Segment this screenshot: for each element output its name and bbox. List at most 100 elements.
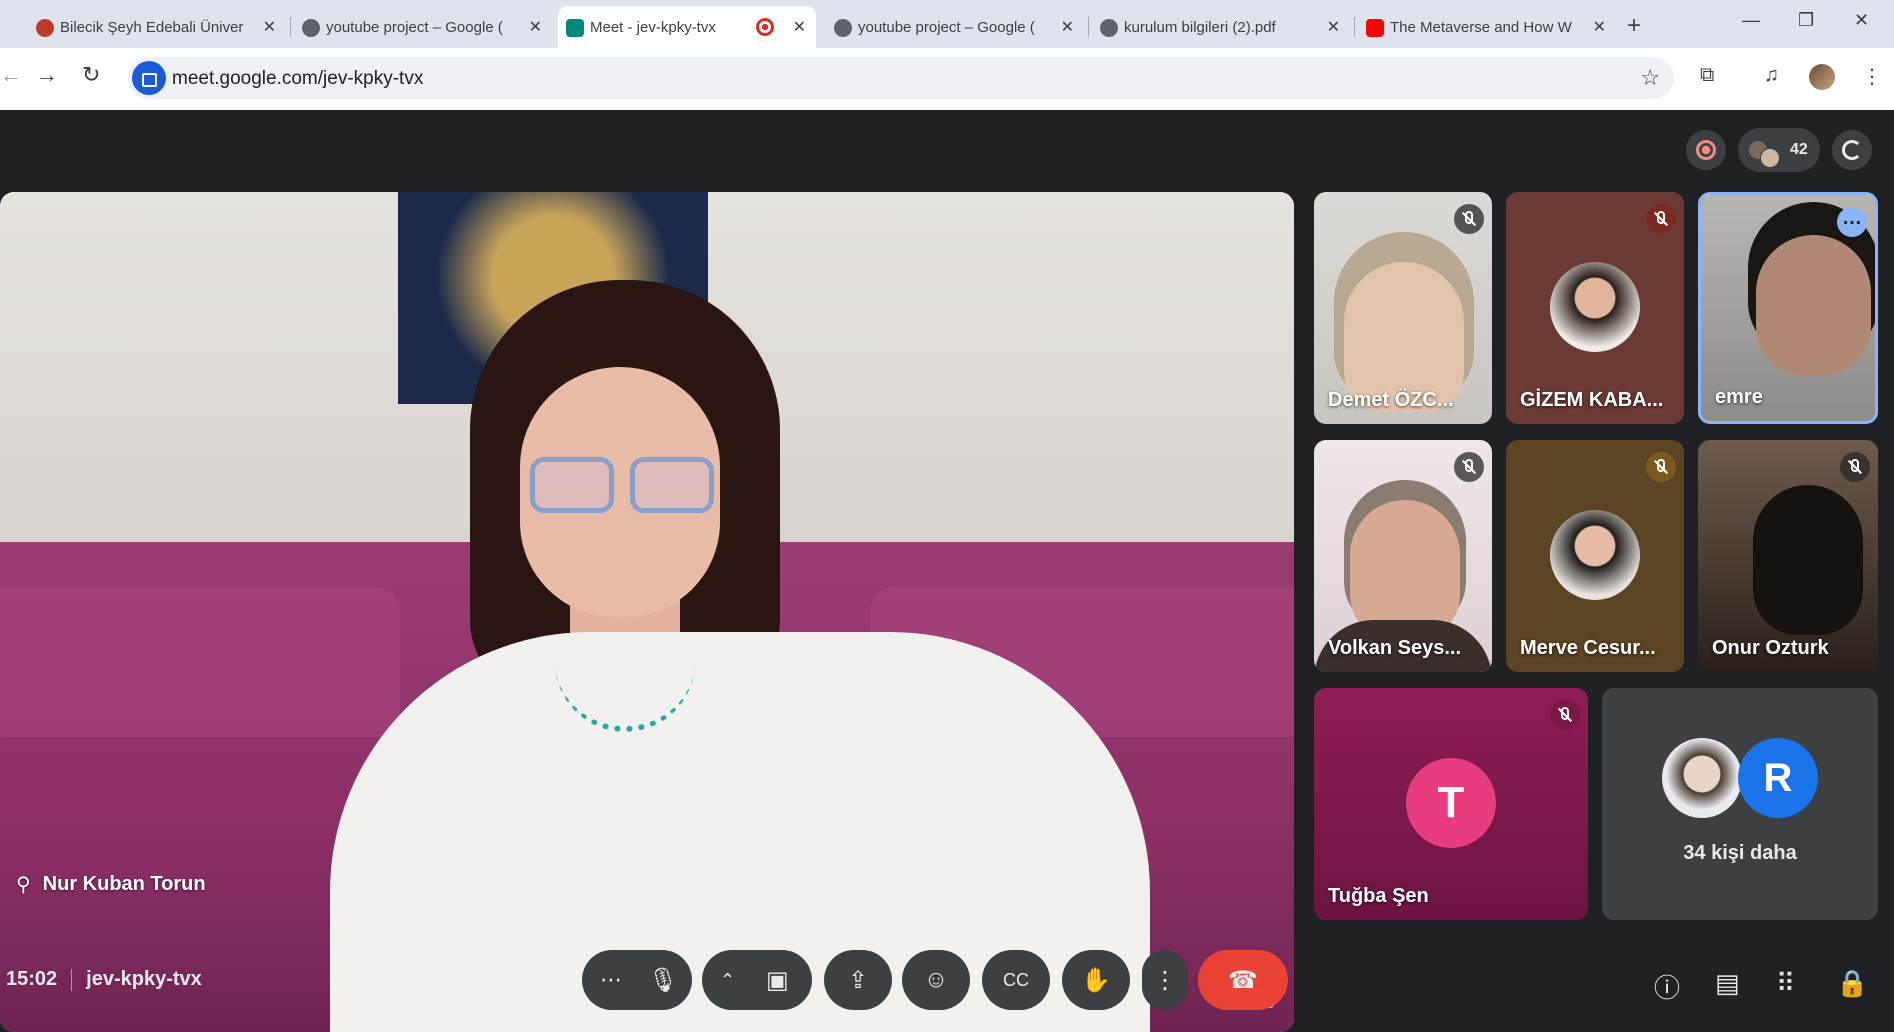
participant-video-figure	[1350, 500, 1460, 640]
menu-kebab-icon[interactable]: ⋮	[1862, 64, 1882, 89]
chat-icon[interactable]: ▤	[1715, 968, 1740, 999]
more-options-button[interactable]: ⋮	[1142, 950, 1188, 1010]
tab-pdf[interactable]: kurulum bilgileri (2).pdf ✕	[1092, 6, 1350, 48]
details-divider	[71, 968, 73, 991]
tab-divider	[290, 17, 291, 37]
site-info-icon[interactable]	[132, 61, 166, 95]
participant-initial-avatar: T	[1406, 758, 1496, 848]
participant-name: Merve Cesur...	[1520, 637, 1656, 659]
participant-name: Demet ÖZC...	[1328, 389, 1454, 411]
present-screen-button[interactable]: ⇪	[824, 950, 892, 1010]
google-favicon-icon	[302, 19, 320, 37]
minimize-window-icon[interactable]: —	[1742, 10, 1760, 31]
recording-status-icon[interactable]	[1686, 130, 1726, 170]
address-bar[interactable]: meet.google.com/jev-kpky-tvx ☆	[128, 57, 1674, 99]
audio-options-dots-icon[interactable]: ⋯	[600, 967, 622, 993]
participant-tile-gizem[interactable]: GİZEM KABA...	[1506, 192, 1684, 424]
new-tab-plus-icon[interactable]: +	[1627, 12, 1641, 40]
tab-title: youtube project – Google (	[858, 18, 1035, 36]
audio-group: ⋯ 🎙	[582, 950, 692, 1010]
close-tab-icon[interactable]: ✕	[793, 17, 806, 37]
close-tab-icon[interactable]: ✕	[529, 17, 542, 37]
muted-mic-icon	[1840, 452, 1870, 482]
tab-title: Meet - jev-kpky-tvx	[590, 18, 716, 36]
muted-mic-icon	[1454, 204, 1484, 234]
main-speaker-name: Nur Kuban Torun	[42, 873, 206, 895]
tab-metaverse[interactable]: The Metaverse and How W ✕	[1358, 6, 1616, 48]
meet-favicon-icon	[566, 19, 584, 37]
bookmark-star-icon[interactable]: ☆	[1640, 65, 1660, 91]
chevron-up-icon[interactable]: ⌃	[720, 970, 735, 991]
muted-mic-icon	[1454, 452, 1484, 482]
video-group: ⌃ ▣	[702, 950, 812, 1010]
participant-tile-volkan[interactable]: Volkan Seys...	[1314, 440, 1492, 672]
meeting-details: 15:02 jev-kpky-tvx	[6, 968, 202, 991]
tab-title: kurulum bilgileri (2).pdf	[1124, 18, 1276, 36]
loading-spinner-icon	[1832, 130, 1872, 170]
participant-name: Volkan Seys...	[1328, 637, 1462, 659]
participant-tile-tugba[interactable]: T Tuğba Şen	[1314, 688, 1588, 920]
participant-mini-avatar	[1760, 148, 1780, 168]
main-speaker-video[interactable]: ⚲ Nur Kuban Torun	[0, 192, 1294, 1032]
emoji-reactions-button[interactable]: ☺	[902, 950, 970, 1010]
meeting-code: jev-kpky-tvx	[86, 968, 202, 990]
browser-tab-strip: Bilecik Şeyh Edebali Üniver ✕ youtube pr…	[0, 0, 1894, 48]
meeting-time: 15:02	[6, 968, 58, 990]
participant-avatar	[1550, 510, 1640, 600]
sofa-cushion	[0, 587, 400, 737]
participant-name: emre	[1715, 386, 1763, 408]
url-text[interactable]: meet.google.com/jev-kpky-tvx	[172, 68, 423, 90]
tab-meet-active[interactable]: Meet - jev-kpky-tvx ✕	[558, 6, 816, 48]
tab-title: Bilecik Şeyh Edebali Üniver	[60, 18, 244, 36]
close-window-icon[interactable]: ✕	[1854, 10, 1869, 31]
raise-hand-button[interactable]: ✋	[1062, 950, 1130, 1010]
speaker-glasses	[530, 457, 720, 517]
tab-bilecik[interactable]: Bilecik Şeyh Edebali Üniver ✕	[28, 6, 286, 48]
meeting-info-icon[interactable]: ⓘ	[1654, 968, 1680, 1005]
participants-button[interactable]: 42	[1738, 128, 1820, 172]
captions-button[interactable]: CC	[982, 950, 1050, 1010]
participant-name: Tuğba Şen	[1328, 885, 1429, 907]
muted-mic-icon	[1550, 700, 1580, 730]
participant-avatar	[1662, 738, 1742, 818]
close-tab-icon[interactable]: ✕	[1061, 17, 1074, 37]
participant-avatar	[1550, 262, 1640, 352]
profile-avatar[interactable]	[1809, 64, 1835, 90]
close-tab-icon[interactable]: ✕	[263, 17, 276, 37]
participant-name: Onur Ozturk	[1712, 637, 1829, 659]
participant-tile-merve[interactable]: Merve Cesur...	[1506, 440, 1684, 672]
glasses-left-lens	[530, 457, 614, 513]
camera-icon[interactable]: ▣	[766, 966, 789, 995]
globe-favicon-icon	[1100, 19, 1118, 37]
more-participants-tile[interactable]: R 34 kişi daha	[1602, 688, 1878, 920]
back-arrow-icon[interactable]: ←	[0, 62, 22, 88]
participant-initial-avatar: R	[1738, 738, 1818, 818]
glasses-right-lens	[630, 457, 714, 513]
youtube-favicon-icon	[1366, 19, 1384, 37]
tab-youtube-project-2[interactable]: youtube project – Google ( ✕	[826, 6, 1084, 48]
tab-youtube-project-1[interactable]: youtube project – Google ( ✕	[294, 6, 552, 48]
participant-name: GİZEM KABA...	[1520, 389, 1664, 411]
participant-video-figure	[1756, 235, 1871, 375]
leave-call-button[interactable]: ☎	[1198, 950, 1288, 1010]
more-participants-text: 34 kişi daha	[1683, 842, 1797, 864]
participant-tile-onur[interactable]: Onur Ozturk	[1698, 440, 1878, 672]
forward-arrow-icon[interactable]: →	[36, 62, 58, 88]
reload-icon[interactable]: ↻	[82, 62, 100, 88]
more-options-dots-icon[interactable]: …	[1837, 207, 1867, 237]
tab-divider	[1354, 17, 1355, 37]
extensions-puzzle-icon[interactable]: ⧉	[1700, 64, 1714, 87]
host-controls-lock-icon[interactable]: 🔒	[1836, 968, 1868, 999]
meet-stage: 42 ⚲ Nur Kuban Torun Demet ÖZC... GİZEM …	[0, 110, 1894, 1032]
microphone-icon[interactable]: 🎙	[648, 966, 678, 995]
participant-tile-emre[interactable]: … emre	[1698, 192, 1878, 424]
close-tab-icon[interactable]: ✕	[1593, 17, 1606, 37]
tab-divider	[1088, 17, 1089, 37]
media-control-icon[interactable]: ♫	[1764, 64, 1779, 87]
activities-grid-icon[interactable]: ⠿	[1776, 968, 1795, 999]
pin-icon[interactable]: ⚲	[16, 872, 31, 897]
restore-window-icon[interactable]: ❐	[1798, 10, 1814, 31]
tab-title: The Metaverse and How W	[1390, 18, 1572, 36]
close-tab-icon[interactable]: ✕	[1327, 17, 1340, 37]
participant-tile-demet[interactable]: Demet ÖZC...	[1314, 192, 1492, 424]
